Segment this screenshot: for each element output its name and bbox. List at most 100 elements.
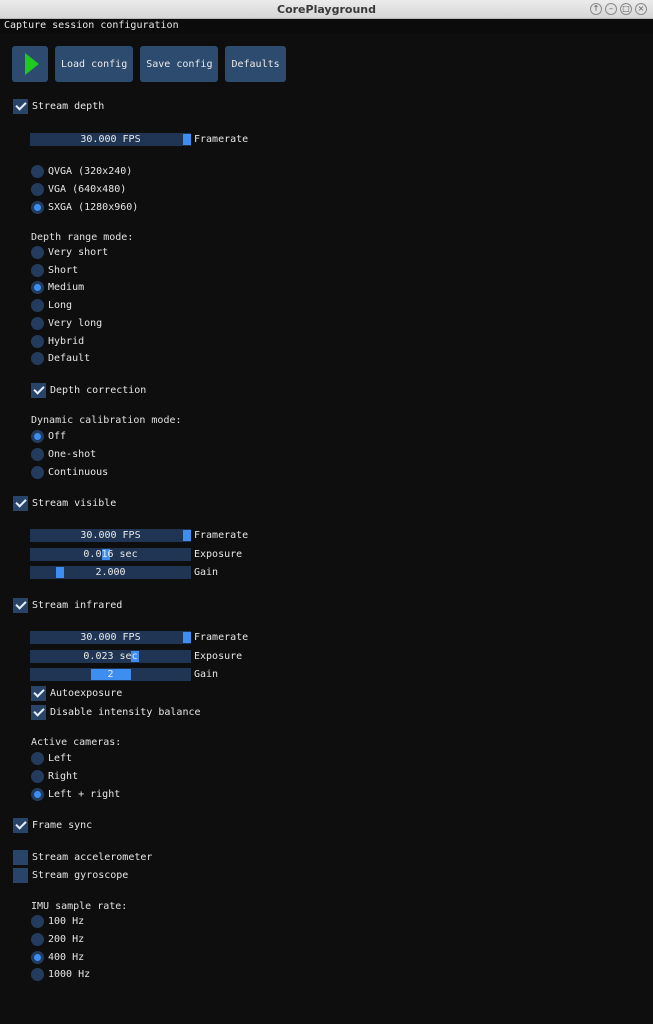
radio-icon xyxy=(31,466,44,479)
radio-icon xyxy=(31,263,44,277)
stream-visible-checkbox[interactable]: Stream visible xyxy=(13,496,116,511)
slider-value: 0.023 sec xyxy=(83,651,138,662)
depth-framerate-slider[interactable]: 30.000 FPS xyxy=(30,133,191,146)
stream-gyroscope-checkbox[interactable]: Stream gyroscope xyxy=(13,868,128,883)
depth-range-option-label: Medium xyxy=(48,282,85,294)
calibration-option-label: Off xyxy=(48,431,67,442)
pin-icon[interactable]: ↑ xyxy=(590,3,602,15)
imu-rate-option-label: 400 Hz xyxy=(48,951,85,963)
radio-icon xyxy=(31,352,44,366)
slider-value: 0.016 sec xyxy=(83,549,138,560)
minimize-icon[interactable]: – xyxy=(605,3,617,15)
camera-option[interactable]: Right xyxy=(31,770,78,783)
close-icon[interactable]: × xyxy=(635,3,647,15)
save-config-button[interactable]: Save config xyxy=(140,46,219,82)
calibration-option-label: Continuous xyxy=(48,467,109,478)
imu-rate-option-label: 100 Hz xyxy=(48,916,85,927)
panel-title: Capture session configuration xyxy=(4,20,179,31)
depth-range-option[interactable]: Short xyxy=(31,263,79,277)
depth-range-option[interactable]: Default xyxy=(31,352,91,366)
depth-range-option-label: Default xyxy=(48,353,91,365)
imu-rate-option[interactable]: 100 Hz xyxy=(31,915,84,928)
depth-range-option[interactable]: Long xyxy=(31,299,73,313)
depth-resolution-option[interactable]: QVGA (320x240) xyxy=(31,165,132,178)
frame-sync-checkbox[interactable]: Frame sync xyxy=(13,818,92,833)
visible-framerate-slider[interactable]: 30.000 FPS xyxy=(30,529,191,542)
radio-icon xyxy=(31,932,44,946)
disable-balance-label: Disable intensity balance xyxy=(50,707,201,718)
radio-icon xyxy=(31,968,44,982)
radio-icon xyxy=(31,950,44,964)
imu-rate-option[interactable]: 200 Hz xyxy=(31,932,84,946)
maximize-icon[interactable]: □ xyxy=(620,3,632,15)
checkbox-box xyxy=(13,850,28,865)
slider-value: 30.000 FPS xyxy=(80,134,141,145)
visible-exposure-label: Exposure xyxy=(194,549,243,560)
defaults-button[interactable]: Defaults xyxy=(225,46,286,82)
load-config-button[interactable]: Load config xyxy=(55,46,134,82)
calibration-option-label: One-shot xyxy=(48,449,97,460)
depth-range-title: Depth range mode: xyxy=(31,232,134,243)
depth-framerate-label: Framerate xyxy=(194,134,249,145)
radio-icon xyxy=(31,915,44,928)
autoexposure-label: Autoexposure xyxy=(50,688,123,699)
check-icon xyxy=(31,705,46,720)
infrared-framerate-label: Framerate xyxy=(194,632,249,643)
slider-value: 2 xyxy=(107,669,114,680)
depth-range-option-label: Short xyxy=(48,264,79,276)
stream-infrared-checkbox[interactable]: Stream infrared xyxy=(13,598,122,613)
depth-resolution-option-label: SXGA (1280x960) xyxy=(48,202,139,213)
depth-range-option[interactable]: Hybrid xyxy=(31,334,84,348)
radio-icon xyxy=(31,281,44,295)
depth-range-option[interactable]: Very short xyxy=(31,246,108,259)
imu-rate-option[interactable]: 1000 Hz xyxy=(31,968,90,982)
depth-correction-label: Depth correction xyxy=(50,385,147,396)
camera-option[interactable]: Left xyxy=(31,752,72,765)
radio-icon xyxy=(31,334,44,348)
play-icon xyxy=(24,53,39,75)
infrared-exposure-slider[interactable]: 0.023 sec xyxy=(30,650,191,663)
depth-range-option-label: Very short xyxy=(48,247,109,258)
radio-icon xyxy=(31,770,44,783)
active-cameras-title: Active cameras: xyxy=(31,737,122,748)
infrared-framerate-slider[interactable]: 30.000 FPS xyxy=(30,631,191,644)
autoexposure-checkbox[interactable]: Autoexposure xyxy=(31,686,122,701)
check-icon xyxy=(31,383,46,398)
panel-title-bar: Capture session configuration xyxy=(0,19,653,33)
radio-icon xyxy=(31,246,44,259)
window-titlebar: CorePlayground ↑ – □ × xyxy=(0,0,653,19)
infrared-exposure-label: Exposure xyxy=(194,651,243,662)
depth-resolution-option-label: QVGA (320x240) xyxy=(48,166,133,177)
imu-rate-option[interactable]: 400 Hz xyxy=(31,950,85,964)
check-icon xyxy=(13,99,28,114)
radio-icon xyxy=(31,165,44,178)
depth-correction-checkbox[interactable]: Depth correction xyxy=(31,383,146,398)
calibration-option[interactable]: Off xyxy=(31,430,66,443)
toolbar: Load config Save config Defaults xyxy=(12,46,286,82)
check-icon xyxy=(13,818,28,833)
depth-range-option[interactable]: Very long xyxy=(31,316,102,330)
stream-gyroscope-label: Stream gyroscope xyxy=(32,870,129,881)
depth-resolution-option-label: VGA (640x480) xyxy=(48,184,127,195)
depth-range-option-label: Long xyxy=(48,300,73,312)
infrared-gain-slider[interactable]: 2 xyxy=(30,668,191,681)
stream-depth-checkbox[interactable]: Stream depth xyxy=(13,99,104,114)
camera-option[interactable]: Left + right xyxy=(31,788,120,801)
radio-icon xyxy=(31,316,44,330)
visible-exposure-slider[interactable]: 0.016 sec xyxy=(30,548,191,561)
depth-resolution-option[interactable]: VGA (640x480) xyxy=(31,183,126,196)
radio-icon xyxy=(31,201,44,214)
radio-icon xyxy=(31,183,44,196)
imu-rate-title: IMU sample rate: xyxy=(31,901,128,912)
calibration-option[interactable]: Continuous xyxy=(31,466,108,479)
stream-accelerometer-checkbox[interactable]: Stream accelerometer xyxy=(13,850,152,865)
start-capture-button[interactable] xyxy=(12,46,48,82)
calibration-option[interactable]: One-shot xyxy=(31,448,96,461)
infrared-gain-label: Gain xyxy=(194,669,219,680)
depth-resolution-option[interactable]: SXGA (1280x960) xyxy=(31,201,138,214)
visible-gain-slider[interactable]: 2.000 xyxy=(30,566,191,579)
stream-depth-label: Stream depth xyxy=(32,101,105,112)
calibration-title: Dynamic calibration mode: xyxy=(31,415,182,426)
depth-range-option[interactable]: Medium xyxy=(31,281,85,295)
disable-balance-checkbox[interactable]: Disable intensity balance xyxy=(31,705,201,720)
